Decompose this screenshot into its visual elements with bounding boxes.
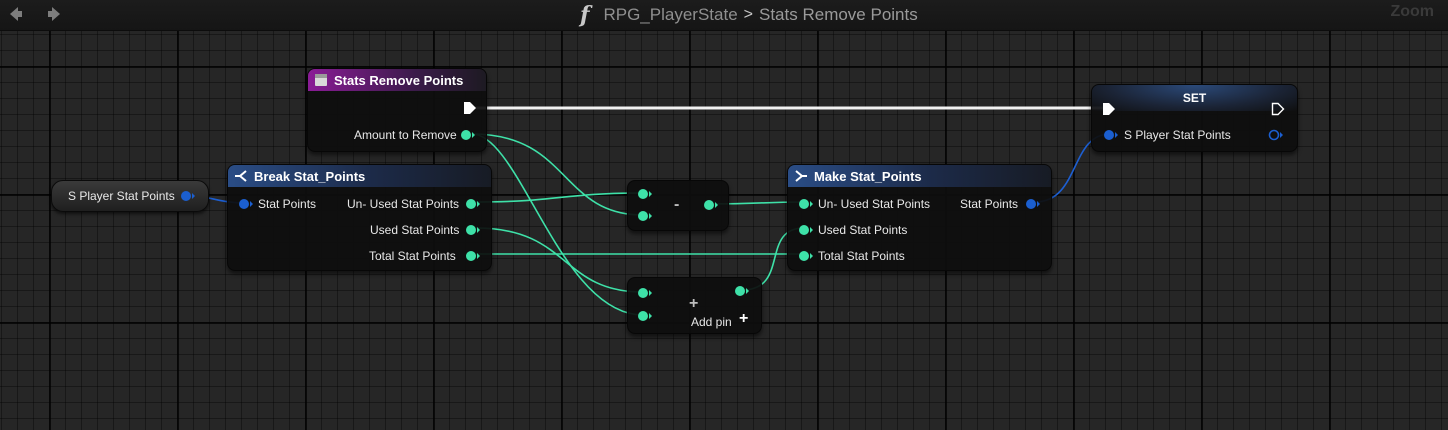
node-title: Break Stat_Points (254, 168, 366, 184)
make-total-pin[interactable] (798, 249, 814, 263)
stat-points-in-label: Stat Points (258, 197, 317, 211)
set-node-title: SET (1092, 85, 1297, 111)
back-button[interactable] (4, 3, 26, 25)
used-stat-points-pin[interactable] (465, 223, 481, 237)
unused-stat-points-pin[interactable] (465, 197, 481, 211)
node-header: Stats Remove Points (308, 69, 486, 91)
exec-out-pin[interactable] (463, 101, 477, 115)
amount-to-remove-pin[interactable] (460, 128, 476, 142)
forward-button[interactable] (44, 3, 66, 25)
break-stat-points-node[interactable]: Break Stat_Points Stat Points Un- Used S… (227, 164, 492, 271)
make-stat-points-node[interactable]: Make Stat_Points Un- Used Stat Points St… (787, 164, 1052, 271)
subtract-a-pin[interactable] (637, 187, 653, 201)
breadcrumb: f RPG_PlayerState > Stats Remove Points (580, 2, 918, 28)
get-player-stat-points-node[interactable]: S Player Stat Points (51, 180, 209, 212)
breadcrumb-separator: > (743, 6, 753, 23)
arrow-right-icon (48, 7, 60, 21)
set-stat-points-out-pin[interactable] (1268, 128, 1284, 142)
wire-used-to-add-a[interactable] (475, 227, 644, 293)
add-b-pin[interactable] (637, 309, 653, 323)
add-pin-label[interactable]: Add pin (691, 315, 732, 329)
add-out-pin[interactable] (734, 284, 750, 298)
make-struct-icon (795, 170, 807, 182)
subtract-node[interactable]: - (627, 180, 729, 231)
make-total-label: Total Stat Points (818, 249, 905, 263)
function-entry-icon (315, 74, 327, 86)
node-title: Make Stat_Points (814, 168, 922, 184)
total-stat-points-pin[interactable] (465, 249, 481, 263)
variable-label: S Player Stat Points (68, 189, 175, 203)
add-pin-plus-icon[interactable]: + (739, 311, 748, 327)
wire-amount-to-add-b[interactable] (471, 133, 644, 316)
set-exec-out-pin[interactable] (1271, 102, 1285, 116)
arrow-left-icon (10, 7, 22, 21)
breadcrumb-parent[interactable]: RPG_PlayerState (603, 5, 737, 25)
make-output-label: Stat Points (960, 197, 1019, 211)
subtract-b-pin[interactable] (637, 209, 653, 223)
amount-to-remove-label: Amount to Remove (354, 128, 457, 142)
set-exec-in-pin[interactable] (1102, 102, 1116, 116)
breadcrumb-current: Stats Remove Points (759, 5, 918, 24)
make-unused-pin[interactable] (798, 197, 814, 211)
subtract-out-pin[interactable] (703, 198, 719, 212)
unused-stat-points-label: Un- Used Stat Points (347, 197, 460, 211)
wire-unused-to-subtract-a[interactable] (475, 192, 644, 203)
add-symbol: + (689, 295, 699, 312)
add-a-pin[interactable] (637, 286, 653, 300)
make-unused-label: Un- Used Stat Points (818, 197, 931, 211)
node-header: Break Stat_Points (228, 165, 491, 187)
stat-points-out-pin[interactable] (180, 189, 196, 203)
make-output-pin[interactable] (1025, 197, 1041, 211)
break-struct-icon (235, 170, 247, 182)
breadcrumb-bar: f RPG_PlayerState > Stats Remove Points … (0, 0, 1448, 31)
zoom-label: Zoom (1390, 3, 1434, 20)
add-node[interactable]: + Add pin + (627, 277, 762, 334)
stat-points-in-pin[interactable] (238, 197, 254, 211)
function-icon: f (580, 2, 590, 28)
make-used-pin[interactable] (798, 223, 814, 237)
make-used-label: Used Stat Points (818, 223, 908, 237)
set-stat-points-in-pin[interactable] (1103, 128, 1119, 142)
function-entry-node[interactable]: Stats Remove Points Amount to Remove (307, 68, 487, 152)
subtract-symbol: - (674, 196, 680, 213)
node-header: Make Stat_Points (788, 165, 1051, 187)
used-stat-points-label: Used Stat Points (370, 223, 460, 237)
node-title: Stats Remove Points (334, 72, 464, 88)
total-stat-points-label: Total Stat Points (369, 249, 456, 263)
set-stat-points-label: S Player Stat Points (1124, 128, 1231, 142)
set-variable-node[interactable]: SET S Player Stat Points (1091, 84, 1298, 152)
wire-amount-to-subtract-b[interactable] (471, 133, 644, 216)
